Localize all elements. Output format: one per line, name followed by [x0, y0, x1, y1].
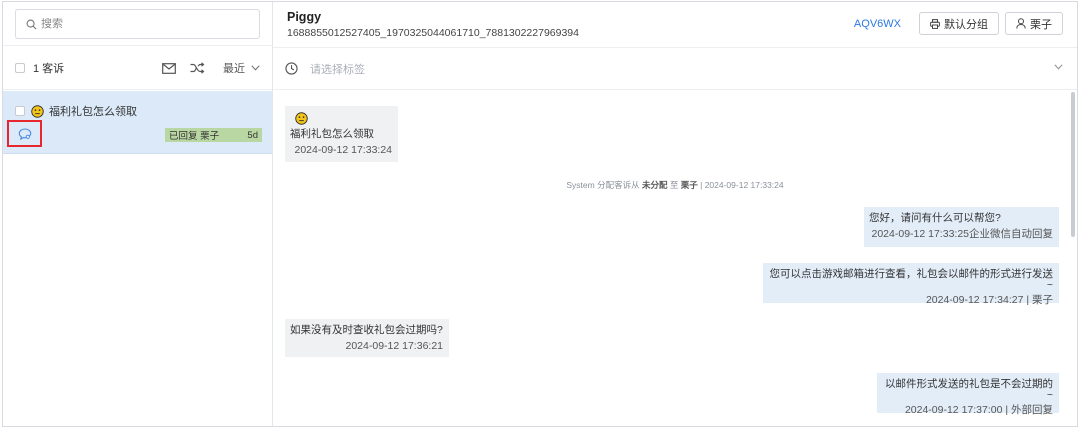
user-icon	[1016, 18, 1026, 29]
message-text: 福利礼包怎么领取	[290, 128, 374, 140]
message-time: 2024-09-12 17:37:00 | 外部回复	[904, 404, 1053, 416]
channel-highlight-box	[7, 120, 42, 147]
system-note-from: 未分配	[641, 180, 668, 190]
message-text: 以邮件形式发送的礼包是不会过期的~	[885, 378, 1053, 401]
message-time: 2024-09-12 17:33:24	[294, 143, 393, 156]
chevron-down-icon[interactable]	[1054, 64, 1063, 70]
system-note-mid: 至	[669, 180, 679, 190]
ticket-subject: 福利礼包怎么领取	[49, 106, 137, 118]
chevron-down-icon[interactable]	[251, 65, 260, 71]
search-box[interactable]	[15, 9, 260, 39]
list-header: 1 客诉 最近	[3, 46, 272, 90]
message-time: 2024-09-12 17:34:27 | 栗子	[925, 294, 1053, 306]
mail-button[interactable]	[162, 62, 176, 74]
clock-icon	[285, 62, 298, 75]
group-button[interactable]: 默认分组	[919, 12, 999, 35]
ticket-code-link[interactable]: AQV6WX	[854, 18, 901, 30]
search-input[interactable]	[41, 18, 241, 30]
player-name: Piggy	[287, 10, 322, 24]
tag-selector[interactable]: 请选择标签	[273, 48, 1077, 90]
ticket-checkbox[interactable]	[15, 106, 25, 116]
ticket-list-panel: 1 客诉 最近	[3, 2, 273, 426]
search-icon	[26, 19, 37, 29]
mail-icon	[162, 62, 176, 74]
assignee-button-label: 栗子	[1030, 18, 1052, 31]
message-incoming: 福利礼包怎么领取 2024-09-12 17:33:24	[285, 106, 398, 162]
message-text: 如果没有及时查收礼包会过期吗?	[290, 324, 443, 336]
thread-scrollbar[interactable]	[1071, 92, 1075, 237]
sort-dropdown[interactable]: 最近	[223, 60, 245, 76]
message-outgoing: 以邮件形式发送的礼包是不会过期的~ 2024-09-12 17:37:00 | …	[877, 373, 1059, 416]
message-time: 2024-09-12 17:36:21	[345, 339, 444, 352]
smiley-icon	[31, 104, 44, 118]
message-text: 您可以点击游戏邮箱进行查看，礼包会以邮件的形式进行发送~	[769, 268, 1054, 291]
ticket-list-item[interactable]: 福利礼包怎么领取 已回复 栗子 5d	[3, 91, 272, 154]
system-note-prefix: System 分配客诉从	[566, 180, 640, 190]
select-all-checkbox[interactable]	[15, 62, 25, 73]
ticket-status-badge: 已回复 栗子 5d	[165, 128, 262, 142]
ticket-count: 1 客诉	[33, 62, 65, 75]
header-actions: AQV6WX 默认分组 栗子	[854, 12, 1063, 35]
app-window: 1 客诉 最近	[2, 1, 1078, 427]
tag-placeholder: 请选择标签	[310, 63, 365, 76]
system-assignment-note: System 分配客诉从 未分配 至 栗子 | 2024-09-12 17:33…	[273, 179, 1077, 191]
shuffle-button[interactable]	[190, 62, 205, 74]
ticket-title-row: 福利礼包怎么领取	[15, 103, 137, 119]
conversation-panel: Piggy 1688855012527405_1970325044061710_…	[273, 2, 1077, 426]
message-thread: 福利礼包怎么领取 2024-09-12 17:33:24 System 分配客诉…	[273, 90, 1077, 426]
system-note-to: 栗子	[680, 180, 698, 190]
group-button-label: 默认分组	[944, 18, 988, 31]
message-incoming: 如果没有及时查收礼包会过期吗? 2024-09-12 17:36:21	[285, 319, 449, 357]
player-id: 1688855012527405_1970325044061710_788130…	[287, 27, 579, 39]
system-note-time: | 2024-09-12 17:33:24	[700, 180, 784, 190]
list-tools: 最近	[148, 46, 260, 90]
assignee-button[interactable]: 栗子	[1005, 12, 1063, 35]
message-outgoing: 您可以点击游戏邮箱进行查看，礼包会以邮件的形式进行发送~ 2024-09-12 …	[763, 263, 1059, 306]
shuffle-icon	[190, 62, 205, 74]
ticket-age: 5d	[247, 129, 258, 141]
chat-bubble-icon[interactable]	[18, 127, 32, 140]
smiley-icon	[295, 112, 308, 125]
search-area	[3, 2, 272, 46]
conversation-header: Piggy 1688855012527405_1970325044061710_…	[273, 2, 1077, 48]
message-text: 您好，请问有什么可以帮您?	[869, 212, 1001, 224]
message-outgoing: 您好，请问有什么可以帮您? 2024-09-12 17:33:25企业微信自动回…	[864, 207, 1059, 247]
printer-icon	[930, 18, 940, 29]
message-time: 2024-09-12 17:33:25企业微信自动回复	[871, 227, 1054, 240]
ticket-status: 已回复 栗子	[169, 131, 220, 142]
